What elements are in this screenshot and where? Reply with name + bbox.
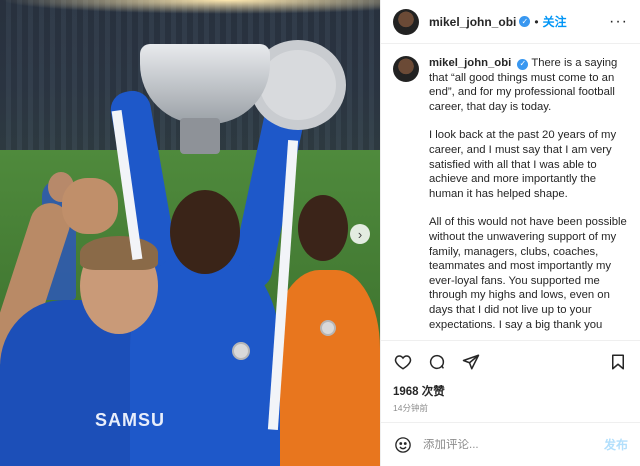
shirt-sponsor-text: SAMSU [95, 410, 166, 430]
avatar[interactable] [393, 56, 419, 82]
username-link[interactable]: mikel_john_obi [429, 15, 516, 29]
post-timestamp[interactable]: 14分钟前 [381, 400, 640, 416]
next-photo-button[interactable]: › [350, 224, 370, 244]
player-right-head [298, 195, 348, 261]
stadium-lights [0, 0, 380, 14]
bookmark-icon[interactable] [608, 352, 628, 372]
caption-paragraph: I look back at the past 20 years of my c… [429, 129, 617, 200]
verified-badge-icon: ✓ [517, 58, 529, 70]
post-comment-button[interactable]: 发布 [604, 436, 628, 453]
verified-badge-icon: ✓ [519, 16, 531, 27]
more-options-icon[interactable]: ··· [609, 13, 628, 31]
follow-button[interactable]: 关注 [543, 13, 567, 30]
comment-icon[interactable] [427, 352, 447, 372]
avatar[interactable] [393, 8, 419, 35]
comment-input[interactable] [423, 438, 594, 451]
player-center-head [170, 190, 240, 274]
player-left-hair [80, 236, 158, 270]
comment-composer: 发布 [381, 422, 640, 466]
action-bar [381, 340, 640, 382]
post-caption: mikel_john_obi ✓ There is a saying that … [429, 56, 628, 340]
post-side-panel: mikel_john_obi ✓ • 关注 ··· mikel_john_obi… [380, 0, 640, 466]
separator-dot: • [534, 14, 539, 29]
likes-count[interactable]: 1968 次赞 [381, 382, 640, 400]
caption-section: mikel_john_obi ✓ There is a saying that … [381, 44, 640, 340]
paper-plane-icon[interactable] [461, 352, 481, 372]
post-header: mikel_john_obi ✓ • 关注 ··· [381, 0, 640, 44]
heart-icon[interactable] [393, 352, 413, 372]
instagram-post: SAMSU › mikel_john_obi ✓ • 关注 ··· mikel_… [0, 0, 640, 466]
caption-paragraph: All of this would not have been possible… [429, 216, 627, 331]
raised-fist [62, 178, 118, 234]
caption-username[interactable]: mikel_john_obi [429, 57, 511, 69]
trophy-stem [180, 118, 220, 154]
chevron-right-icon: › [357, 226, 363, 242]
emoji-icon[interactable] [393, 435, 413, 455]
post-photo[interactable]: SAMSU › [0, 0, 380, 466]
medal [232, 342, 250, 360]
medal [320, 320, 336, 336]
